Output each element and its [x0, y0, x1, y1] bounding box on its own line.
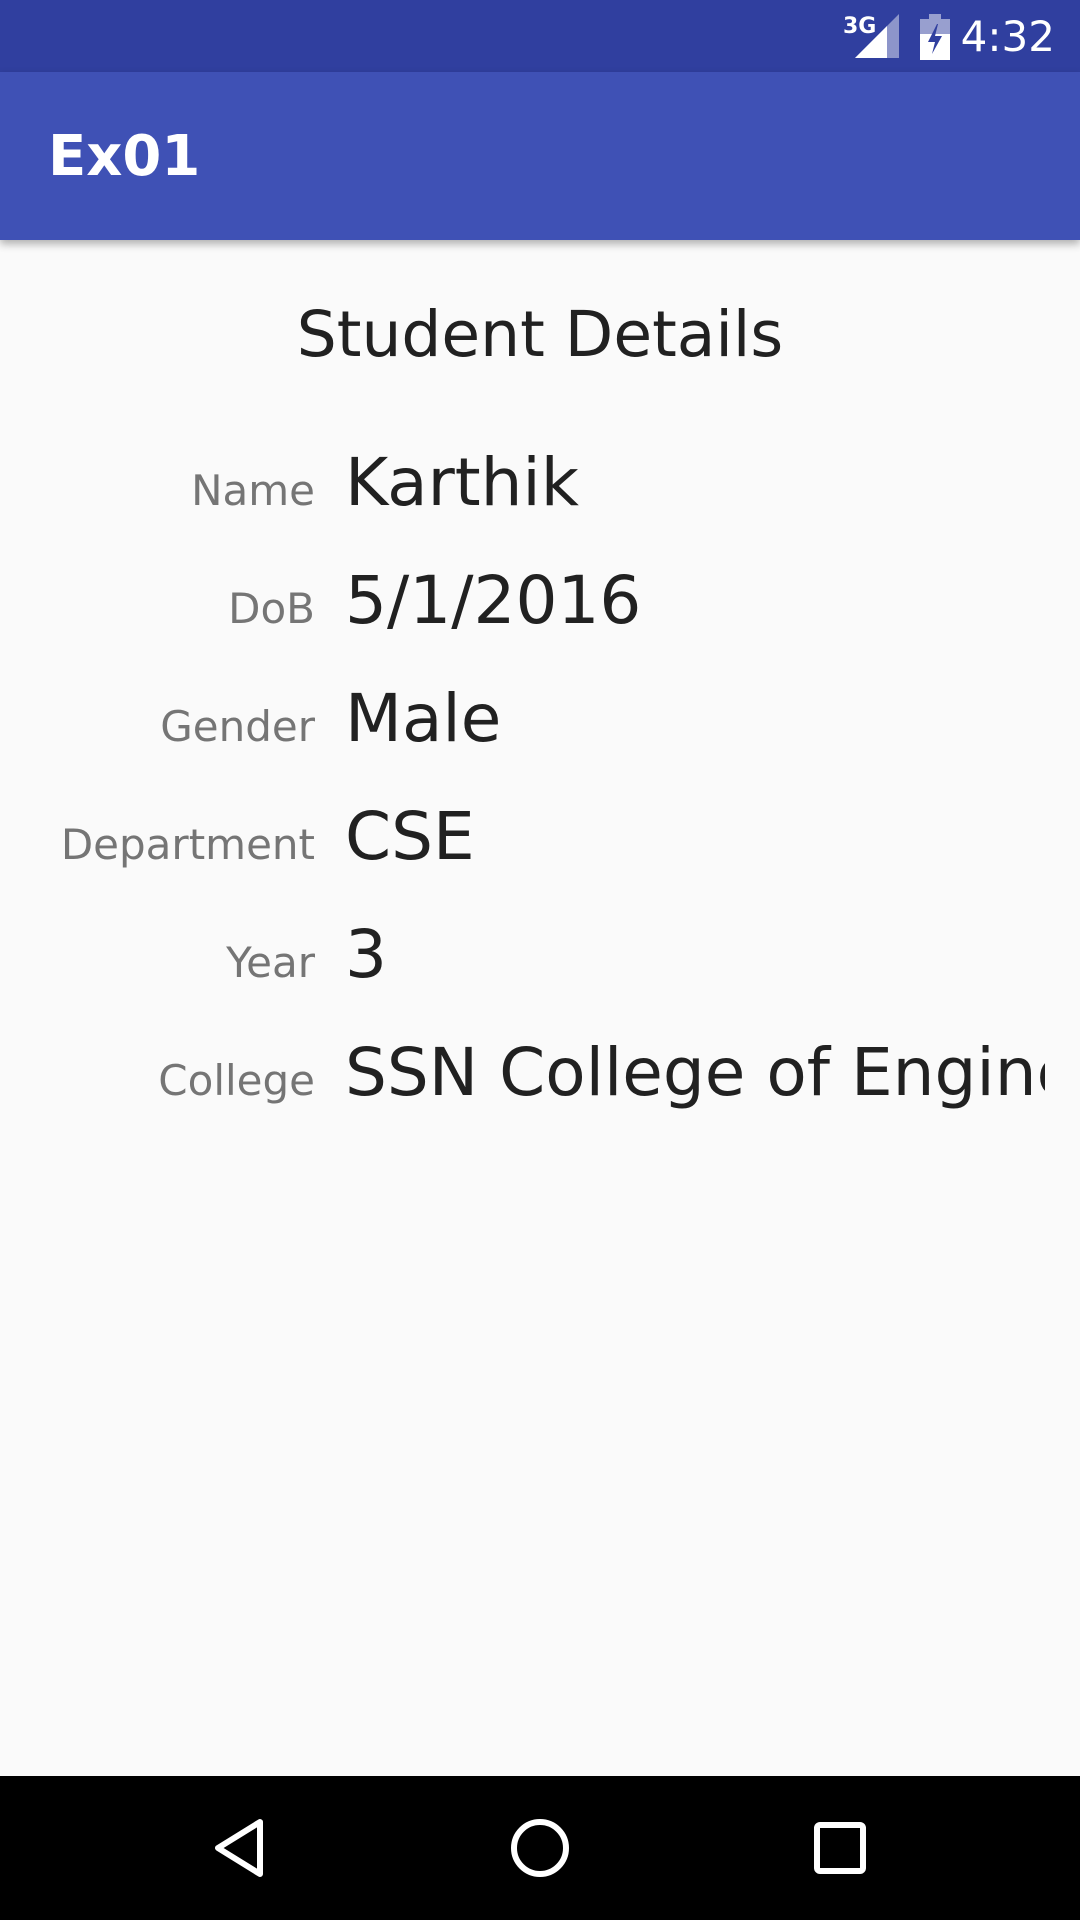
- college-value: SSN College of Enginee: [345, 1034, 1045, 1111]
- name-value: Karthik: [345, 444, 579, 521]
- detail-row-college: College SSN College of Enginee: [0, 1024, 1080, 1142]
- status-bar: 3G 4:32: [0, 0, 1080, 72]
- detail-row-dob: DoB 5/1/2016: [0, 552, 1080, 670]
- page-title: Student Details: [296, 298, 784, 371]
- navigation-bar: [0, 1776, 1080, 1920]
- gender-label: Gender: [160, 702, 315, 751]
- dob-value: 5/1/2016: [345, 562, 642, 639]
- detail-row-name: Name Karthik: [0, 434, 1080, 552]
- battery-charging-icon: [920, 14, 950, 60]
- detail-row-gender: Gender Male: [0, 670, 1080, 788]
- recents-button[interactable]: [798, 1806, 882, 1890]
- back-icon: [215, 1819, 263, 1877]
- signal-icon: [855, 14, 899, 58]
- home-button[interactable]: [498, 1806, 582, 1890]
- name-label: Name: [191, 466, 315, 515]
- department-value: CSE: [345, 798, 475, 875]
- year-value: 3: [345, 916, 387, 993]
- app-bar: Ex01: [0, 72, 1080, 240]
- screen: 3G 4:32 Ex01 Student Details Name Karthi…: [0, 0, 1080, 1920]
- clock: 4:32: [960, 12, 1055, 61]
- department-label: Department: [60, 820, 315, 869]
- detail-row-department: Department CSE: [0, 788, 1080, 906]
- home-icon: [511, 1819, 569, 1877]
- gender-value: Male: [345, 680, 502, 757]
- college-label: College: [158, 1056, 315, 1105]
- detail-row-year: Year 3: [0, 906, 1080, 1024]
- app-title: Ex01: [48, 124, 201, 189]
- recents-icon: [814, 1822, 866, 1874]
- back-button[interactable]: [198, 1806, 282, 1890]
- year-label: Year: [226, 938, 315, 987]
- dob-label: DoB: [228, 584, 315, 633]
